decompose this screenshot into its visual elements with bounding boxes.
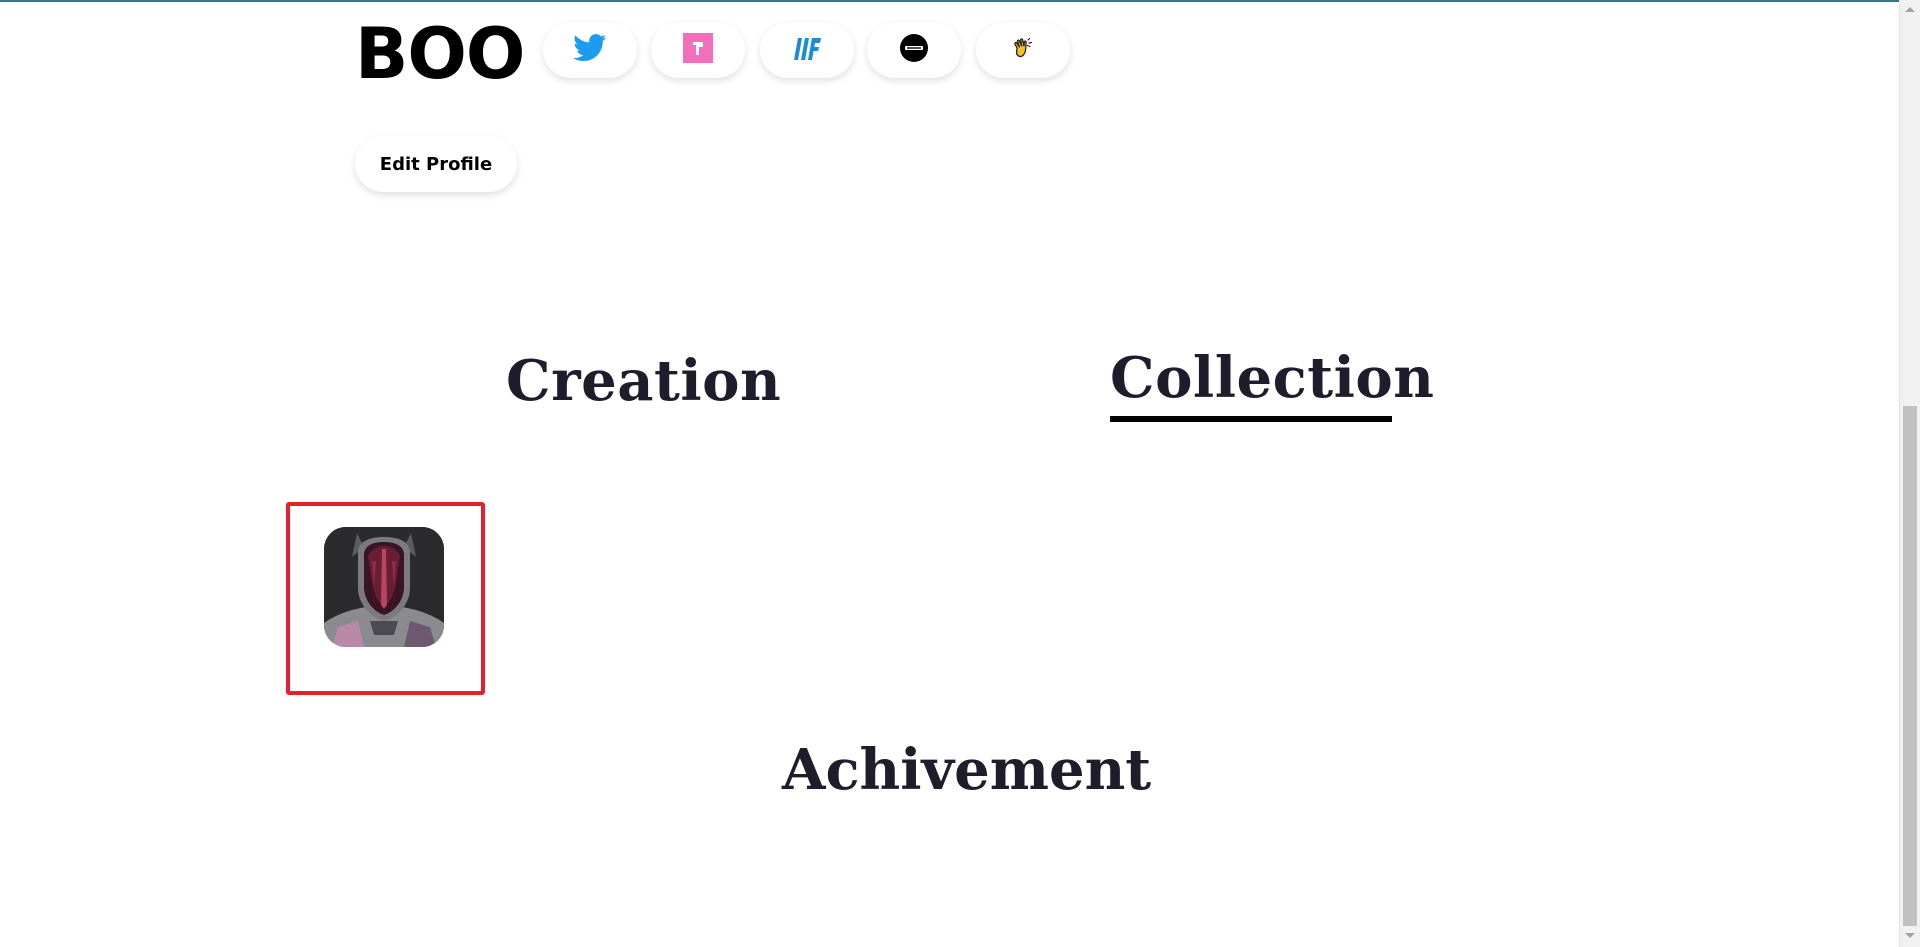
scroll-down-arrow-icon[interactable]: [1905, 933, 1915, 938]
robot-avatar-image: [324, 527, 444, 647]
edit-profile-button[interactable]: Edit Profile: [355, 136, 517, 192]
profile-name: BOO: [355, 13, 525, 95]
twitter-link[interactable]: [543, 22, 637, 78]
scroll-up-arrow-icon[interactable]: [1905, 7, 1915, 12]
opensea-link[interactable]: [867, 22, 961, 78]
clap-link[interactable]: [976, 22, 1070, 78]
twitter-icon: [573, 34, 607, 66]
foundation-link[interactable]: [651, 22, 745, 78]
mintable-link[interactable]: [760, 22, 854, 78]
tab-creation[interactable]: Creation: [506, 346, 781, 416]
browser-top-line: [0, 0, 1899, 2]
tab-collection[interactable]: Collection: [1110, 343, 1434, 413]
collection-item-card[interactable]: [324, 527, 444, 647]
scrollbar-thumb[interactable]: [1903, 406, 1917, 926]
foundation-icon: [683, 33, 713, 67]
vertical-scrollbar[interactable]: [1899, 0, 1920, 947]
achievement-heading: Achivement: [782, 737, 1152, 803]
clap-hand-icon: [1011, 36, 1035, 64]
active-tab-underline: [1110, 416, 1392, 422]
mintable-icon: [792, 34, 822, 66]
opensea-icon: [899, 33, 929, 67]
